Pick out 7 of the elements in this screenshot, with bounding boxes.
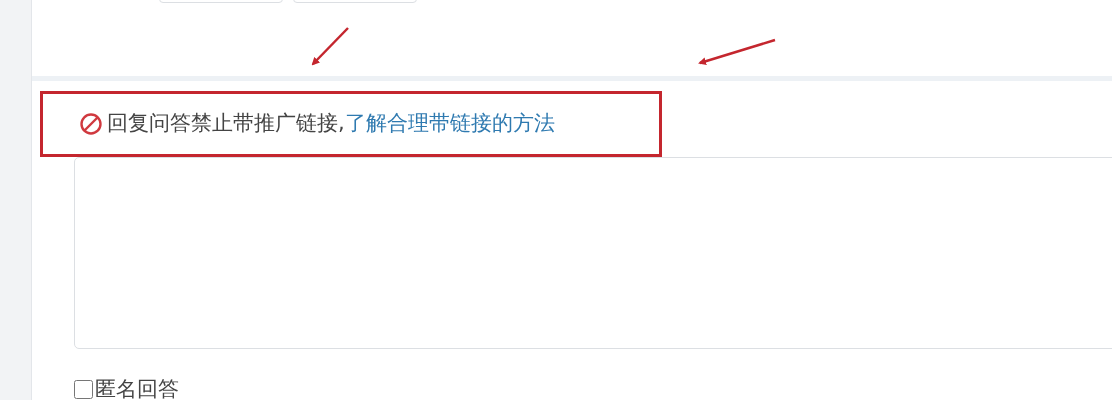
notice-text: 回复问答禁止带推广链接,了解合理带链接的方法: [107, 110, 555, 138]
learn-link[interactable]: 了解合理带链接的方法: [344, 111, 555, 136]
reply-field[interactable]: [74, 157, 1112, 349]
arrow: [311, 27, 349, 66]
prohibited-icon: [79, 112, 103, 136]
anonymous-label: 匿名回答: [95, 376, 179, 400]
anonymous-checkbox[interactable]: [74, 380, 93, 400]
